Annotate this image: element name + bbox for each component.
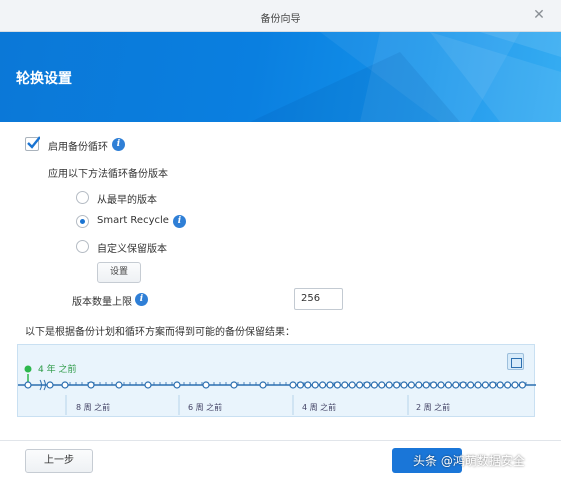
enable-rotation-checkbox[interactable] [25, 136, 40, 151]
version-dot [230, 381, 238, 389]
version-dot [415, 381, 423, 389]
version-dot [296, 381, 304, 389]
radio-earliest-version[interactable] [76, 191, 89, 204]
marker-dot [24, 365, 32, 373]
max-versions-input[interactable]: 256 [294, 288, 343, 310]
footer-divider [0, 440, 561, 441]
version-dot [489, 381, 497, 389]
version-dot [444, 381, 452, 389]
version-dot [326, 381, 334, 389]
watermark: 头条 @鸿萌数据安全 [413, 454, 525, 468]
version-dot [370, 381, 378, 389]
version-dot [87, 381, 95, 389]
version-dot [259, 381, 267, 389]
version-dot [115, 381, 123, 389]
version-dot [496, 381, 504, 389]
info-icon[interactable]: i [173, 215, 186, 228]
window-title: 备份向导 [260, 14, 301, 25]
info-icon[interactable]: i [112, 138, 125, 151]
option-earliest-label: 从最早的版本 [97, 195, 157, 206]
method-prompt: 应用以下方法循环备份版本 [48, 169, 168, 180]
option-custom-label: 自定义保留版本 [97, 244, 167, 255]
tick-label: 2 周 之前 [416, 402, 450, 412]
banner-decoration [250, 32, 561, 122]
version-dot [311, 381, 319, 389]
enable-rotation-label: 启用备份循环 [48, 142, 108, 153]
version-dot [202, 381, 210, 389]
wizard-banner: 轮换设置 [0, 32, 561, 122]
version-dot [333, 381, 341, 389]
version-dot [173, 381, 181, 389]
page-title: 轮换设置 [16, 71, 72, 87]
version-dot [24, 381, 32, 389]
version-dot [511, 381, 519, 389]
tick-label: 6 周 之前 [188, 402, 222, 412]
version-dot [504, 381, 512, 389]
version-dot [304, 381, 312, 389]
version-dot [407, 381, 415, 389]
checkmark-icon [27, 136, 40, 149]
version-dot [467, 381, 475, 389]
radio-smart-recycle[interactable] [76, 215, 89, 228]
timeline-description: 以下是根据备份计划和循环方案而得到可能的备份保留结果： [25, 327, 295, 338]
version-dot [393, 381, 401, 389]
title-bar: 备份向导 ✕ [0, 0, 561, 32]
version-dot [422, 381, 430, 389]
version-dot [452, 381, 460, 389]
tick-label: 4 周 之前 [302, 402, 336, 412]
back-button[interactable]: 上一步 [25, 449, 93, 473]
max-versions-label: 版本数量上限 [72, 297, 132, 308]
version-dot [319, 381, 327, 389]
version-dot [363, 381, 371, 389]
settings-button[interactable]: 设置 [97, 262, 141, 283]
info-icon[interactable]: i [135, 293, 148, 306]
version-dot [289, 381, 297, 389]
version-dot [144, 381, 152, 389]
version-dot [459, 381, 467, 389]
tick-label: 8 周 之前 [76, 402, 110, 412]
version-dot [474, 381, 482, 389]
version-dot [437, 381, 445, 389]
version-dot [46, 381, 54, 389]
radio-custom-retention[interactable] [76, 240, 89, 253]
version-dot [348, 381, 356, 389]
version-dot [400, 381, 408, 389]
marker-label: 4 年 之前 [38, 363, 76, 375]
calendar-icon[interactable] [507, 353, 524, 370]
version-dot [356, 381, 364, 389]
retention-timeline: 4 年 之前 8 周 之前 6 周 之前 4 周 之前 2 周 之前 [17, 344, 536, 417]
option-smart-recycle-label: Smart Recycle [97, 215, 169, 226]
version-dot [341, 381, 349, 389]
version-dot [430, 381, 438, 389]
version-dot [61, 381, 69, 389]
close-icon[interactable]: ✕ [531, 7, 547, 23]
timeline-graphic: 4 年 之前 8 周 之前 6 周 之前 4 周 之前 2 周 之前 [18, 363, 536, 415]
version-dot [481, 381, 489, 389]
version-dot [385, 381, 393, 389]
version-dot [518, 381, 526, 389]
version-dot [378, 381, 386, 389]
